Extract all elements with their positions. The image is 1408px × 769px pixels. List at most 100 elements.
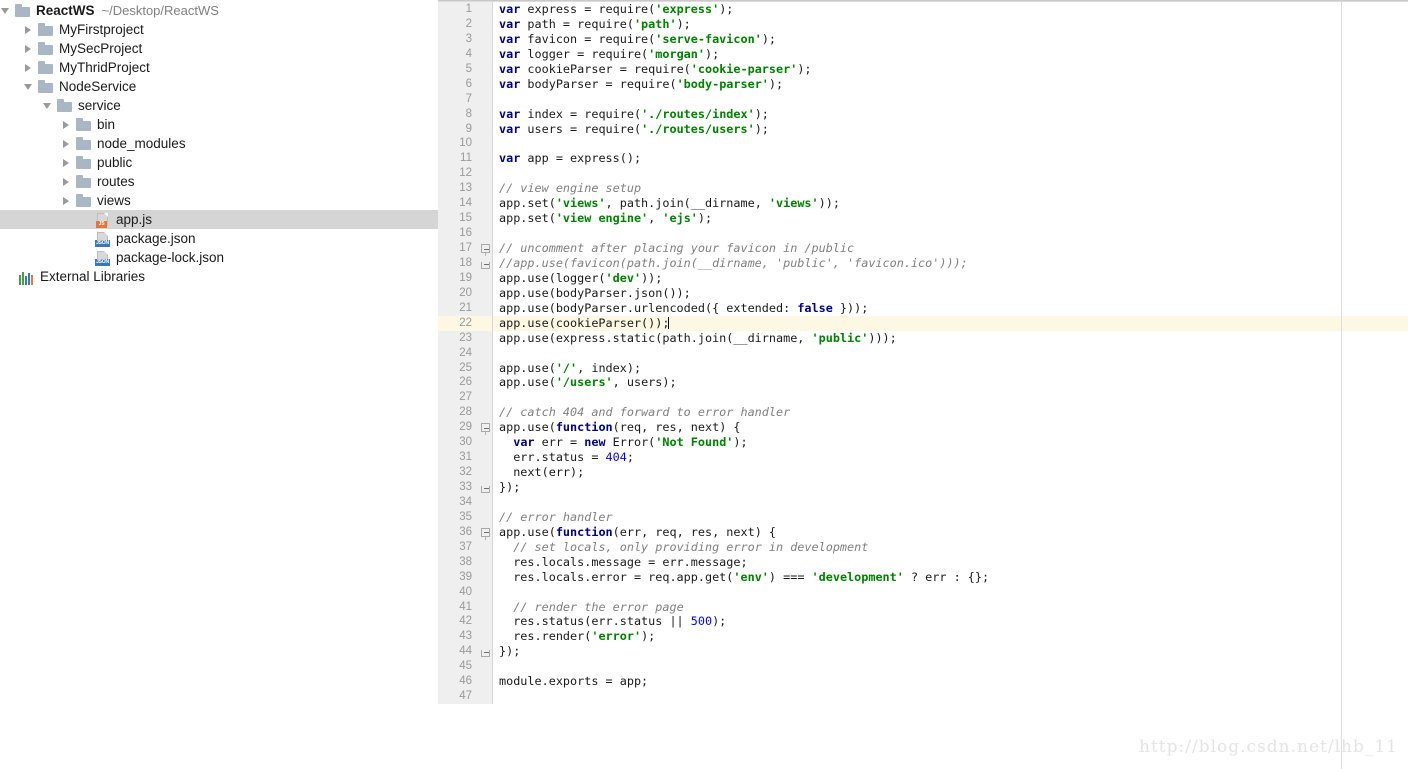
- code-text[interactable]: next(err);: [493, 465, 1408, 480]
- tree-row-views[interactable]: views: [0, 191, 438, 210]
- code-line[interactable]: 15 app.set('view engine', 'ejs');: [438, 211, 1408, 227]
- code-text[interactable]: var err = new Error('Not Found');: [493, 435, 1408, 450]
- code-text[interactable]: app.use(cookieParser());: [493, 315, 1408, 331]
- code-text[interactable]: app.use(express.static(path.join(__dirna…: [493, 331, 1408, 346]
- chevron-right-icon[interactable]: [23, 62, 34, 73]
- code-line[interactable]: 21 app.use(bodyParser.urlencoded({ extend…: [438, 300, 1408, 316]
- project-tree-panel[interactable]: ReactWS ~/Desktop/ReactWS MyFirstproject…: [0, 0, 438, 769]
- code-text[interactable]: app.use('/users', users);: [493, 375, 1408, 390]
- code-line[interactable]: 38 res.locals.message = err.message;: [438, 554, 1408, 570]
- code-text[interactable]: [493, 659, 1408, 674]
- code-line[interactable]: 4 var logger = require('morgan');: [438, 46, 1408, 62]
- code-text[interactable]: var favicon = require('serve-favicon');: [493, 32, 1408, 47]
- code-line[interactable]: 32 next(err);: [438, 465, 1408, 480]
- code-line[interactable]: 43 res.render('error');: [438, 629, 1408, 645]
- code-text[interactable]: [493, 585, 1408, 600]
- code-line[interactable]: 10: [438, 136, 1408, 152]
- code-line[interactable]: 36 app.use(function(err, req, res, next) …: [438, 524, 1408, 540]
- code-line[interactable]: 39 res.locals.error = req.app.get('env')…: [438, 569, 1408, 585]
- code-text[interactable]: // error handler: [493, 510, 1408, 525]
- code-line[interactable]: 35 // error handler: [438, 509, 1408, 525]
- code-text[interactable]: // catch 404 and forward to error handle…: [493, 405, 1408, 420]
- code-text[interactable]: // render the error page: [493, 600, 1408, 615]
- tree-row-package-lock-json[interactable]: JSON package-lock.json: [0, 248, 438, 267]
- code-line[interactable]: 5 var cookieParser = require('cookie-pars…: [438, 61, 1408, 77]
- code-text[interactable]: [493, 495, 1408, 510]
- chevron-right-icon[interactable]: [61, 195, 72, 206]
- tree-row-myfirstproject[interactable]: MyFirstproject: [0, 20, 438, 39]
- tree-row-package-json[interactable]: JSON package.json: [0, 229, 438, 248]
- chevron-right-icon[interactable]: [61, 176, 72, 187]
- code-line[interactable]: 33});: [438, 480, 1408, 495]
- fold-marker-icon[interactable]: [478, 524, 493, 540]
- code-text[interactable]: [493, 92, 1408, 107]
- code-text[interactable]: [493, 346, 1408, 361]
- chevron-right-icon[interactable]: [61, 119, 72, 130]
- code-text[interactable]: [493, 226, 1408, 241]
- chevron-right-icon[interactable]: [61, 138, 72, 149]
- code-line[interactable]: 29 app.use(function(req, res, next) {: [438, 420, 1408, 436]
- code-line[interactable]: 41 // render the error page: [438, 599, 1408, 615]
- chevron-right-icon[interactable]: [23, 43, 34, 54]
- code-line[interactable]: 9 var users = require('./routes/users');: [438, 121, 1408, 137]
- code-text[interactable]: //app.use(favicon(path.join(__dirname, '…: [493, 256, 1408, 271]
- code-text[interactable]: var cookieParser = require('cookie-parse…: [493, 62, 1408, 77]
- code-line[interactable]: 24: [438, 345, 1408, 361]
- chevron-right-icon[interactable]: [61, 157, 72, 168]
- tree-row-public[interactable]: public: [0, 153, 438, 172]
- code-line[interactable]: 20 app.use(bodyParser.json());: [438, 285, 1408, 301]
- code-line[interactable]: 22 app.use(cookieParser());: [438, 315, 1408, 331]
- tree-row-project-root[interactable]: ReactWS ~/Desktop/ReactWS: [0, 1, 438, 20]
- code-text[interactable]: var path = require('path');: [493, 17, 1408, 32]
- code-text[interactable]: [493, 166, 1408, 181]
- code-line[interactable]: 7: [438, 91, 1408, 107]
- code-text[interactable]: var express = require('express');: [493, 2, 1408, 17]
- tree-row-external-libraries[interactable]: External Libraries: [0, 267, 438, 286]
- chevron-down-icon[interactable]: [23, 81, 34, 92]
- code-text[interactable]: // view engine setup: [493, 181, 1408, 196]
- code-text[interactable]: res.status(err.status || 500);: [493, 614, 1408, 629]
- code-text[interactable]: app.use(function(err, req, res, next) {: [493, 525, 1408, 540]
- code-scroll-area[interactable]: 1 var express = require('express'); 2 var p…: [438, 2, 1408, 769]
- code-text[interactable]: [493, 689, 1408, 704]
- code-text[interactable]: res.locals.message = err.message;: [493, 555, 1408, 570]
- code-line[interactable]: 44});: [438, 644, 1408, 660]
- fold-marker-icon[interactable]: [478, 241, 493, 256]
- code-line[interactable]: 19 app.use(logger('dev'));: [438, 270, 1408, 286]
- code-text[interactable]: });: [493, 480, 1408, 495]
- fold-marker-icon[interactable]: [478, 420, 493, 436]
- code-text[interactable]: });: [493, 644, 1408, 659]
- code-text[interactable]: app.use(function(req, res, next) {: [493, 420, 1408, 435]
- code-text[interactable]: app.use(bodyParser.urlencoded({ extended…: [493, 301, 1408, 316]
- tree-row-service[interactable]: service: [0, 96, 438, 115]
- code-text[interactable]: app.use(logger('dev'));: [493, 271, 1408, 286]
- code-line[interactable]: 40: [438, 584, 1408, 600]
- code-text[interactable]: app.use(bodyParser.json());: [493, 286, 1408, 301]
- code-line[interactable]: 12: [438, 166, 1408, 182]
- code-line[interactable]: 18 //app.use(favicon(path.join(__dirname,…: [438, 255, 1408, 271]
- tree-row-nodeservice[interactable]: NodeService: [0, 77, 438, 96]
- code-line[interactable]: 27: [438, 390, 1408, 406]
- code-text[interactable]: res.render('error');: [493, 629, 1408, 644]
- code-text[interactable]: var app = express();: [493, 151, 1408, 166]
- code-line[interactable]: 17 // uncomment after placing your favico…: [438, 241, 1408, 256]
- code-line[interactable]: 23 app.use(express.static(path.join(__dir…: [438, 330, 1408, 346]
- code-line[interactable]: 31 err.status = 404;: [438, 450, 1408, 466]
- code-text[interactable]: module.exports = app;: [493, 674, 1408, 689]
- code-text[interactable]: var logger = require('morgan');: [493, 47, 1408, 62]
- code-line[interactable]: 8 var index = require('./routes/index');: [438, 106, 1408, 122]
- code-line[interactable]: 46 module.exports = app;: [438, 674, 1408, 690]
- tree-row-mysecproject[interactable]: MySecProject: [0, 39, 438, 58]
- code-text[interactable]: var users = require('./routes/users');: [493, 122, 1408, 137]
- code-text[interactable]: app.set('view engine', 'ejs');: [493, 211, 1408, 226]
- code-line[interactable]: 47: [438, 689, 1408, 705]
- code-line[interactable]: 3 var favicon = require('serve-favicon');: [438, 31, 1408, 47]
- code-line[interactable]: 37 // set locals, only providing error i…: [438, 539, 1408, 555]
- code-text[interactable]: // uncomment after placing your favicon …: [493, 241, 1408, 256]
- code-text[interactable]: [493, 136, 1408, 151]
- code-line[interactable]: 28 // catch 404 and forward to error hand…: [438, 405, 1408, 421]
- chevron-down-icon[interactable]: [0, 5, 11, 16]
- tree-row-app-js[interactable]: JS app.js: [0, 210, 438, 229]
- tree-row-routes[interactable]: routes: [0, 172, 438, 191]
- chevron-down-icon[interactable]: [42, 100, 53, 111]
